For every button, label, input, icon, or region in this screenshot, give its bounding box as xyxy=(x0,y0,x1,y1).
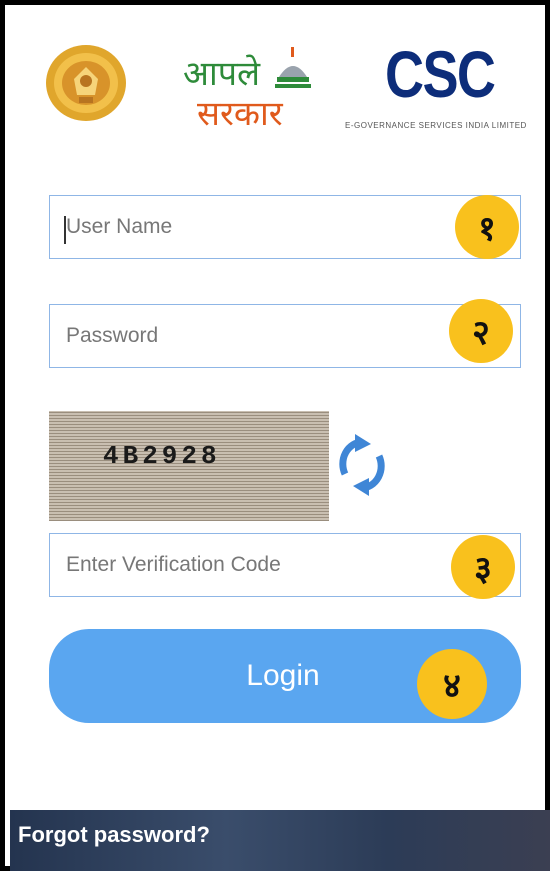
refresh-captcha-icon[interactable] xyxy=(337,432,387,498)
state-emblem-icon xyxy=(46,45,126,121)
username-input[interactable] xyxy=(50,196,520,258)
step-badge-1: १ xyxy=(455,195,519,259)
dome-icon xyxy=(275,47,311,88)
username-field-wrapper xyxy=(49,195,521,259)
aaple-sarkar-logo: आपले सरकार xyxy=(175,45,315,135)
csc-logo-title: CSC xyxy=(385,37,496,111)
step-badge-2: २ xyxy=(449,299,513,363)
text-caret xyxy=(64,216,66,244)
aaple-logo-line2: सरकार xyxy=(197,94,283,134)
step-badge-3: ३ xyxy=(451,535,515,599)
verification-code-input[interactable] xyxy=(50,534,520,596)
login-card: आपले सरकार CSC E-GOVERNANCE SERVICES IND… xyxy=(0,0,550,871)
captcha-text: 4B2928 xyxy=(103,441,221,471)
forgot-password-link[interactable]: Forgot password? xyxy=(18,822,210,848)
footer-bar: Forgot password? xyxy=(10,810,550,871)
login-button-label: Login xyxy=(246,659,320,692)
step-badge-4: ४ xyxy=(417,649,487,719)
csc-logo: CSC E-GOVERNANCE SERVICES INDIA LIMITED xyxy=(337,39,537,135)
csc-logo-subtitle: E-GOVERNANCE SERVICES INDIA LIMITED xyxy=(345,121,527,130)
captcha-image: 4B2928 xyxy=(49,411,329,521)
